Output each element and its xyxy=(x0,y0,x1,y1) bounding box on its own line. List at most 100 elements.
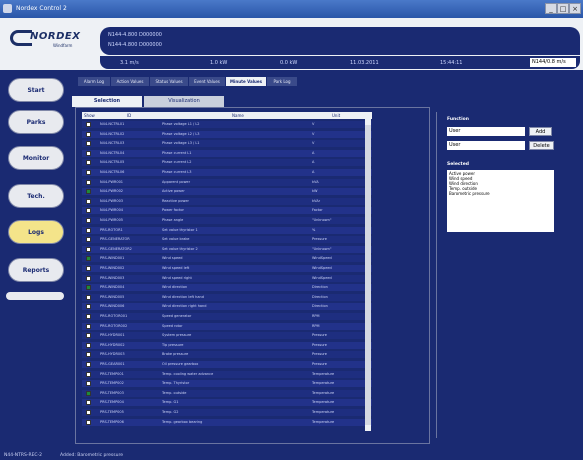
row-id: PRS-HYDR001 xyxy=(100,333,125,338)
delete-button[interactable]: Delete xyxy=(529,141,554,150)
row-show-checkbox[interactable] xyxy=(86,410,91,415)
table-row[interactable]: N44-NCTRL06 Phase current L3 A xyxy=(82,169,372,176)
table-row[interactable]: PRS-TEMP004 Temp. G1 Temperature xyxy=(82,399,372,407)
table-row[interactable]: N44-NCTRL03 Phase voltage L3 / L1 V xyxy=(82,140,372,148)
nav-monitor-button[interactable]: Monitor xyxy=(8,146,64,170)
sidebar-toggle[interactable] xyxy=(6,292,64,300)
minimize-button[interactable]: _ xyxy=(545,3,557,14)
table-row[interactable]: PRS-ROTOR1 Set value thyristor 1% xyxy=(82,226,372,234)
table-row[interactable]: PRS-WIND006 Wind direction right hand Dire… xyxy=(82,303,372,311)
tab-alarm-log[interactable]: Alarm Log xyxy=(78,77,111,86)
row-show-checkbox[interactable] xyxy=(86,294,91,300)
table-row[interactable]: PRS-TEMP006 Temp. gearbox bearing Temperat… xyxy=(82,418,372,426)
table-row[interactable]: N44-NCTRL01 Phase voltage L1 / L2 V xyxy=(82,121,372,128)
row-show-checkbox[interactable] xyxy=(86,256,91,262)
table-row[interactable]: PRS-HYDR001 System pressure Pressure xyxy=(82,332,372,340)
function-select-1[interactable]: User xyxy=(447,127,525,136)
table-row[interactable]: PRS-HYDR003 Brake pressure Pressure xyxy=(82,351,372,359)
row-show-checkbox[interactable] xyxy=(86,170,91,175)
table-row[interactable]: PRS-TEMP005 Temp. G2 Temperature xyxy=(82,409,372,416)
row-show-checkbox[interactable] xyxy=(86,150,91,156)
row-show-checkbox[interactable] xyxy=(86,390,91,396)
row-show-checkbox[interactable] xyxy=(86,141,91,147)
table-row[interactable]: PRS-TEMP003 Temp. outside Temperature xyxy=(82,389,372,397)
table-row[interactable]: N44-PWR004 Power factor Factor xyxy=(82,207,372,215)
function-select-2[interactable]: User xyxy=(447,141,525,150)
row-show-checkbox[interactable] xyxy=(86,227,91,233)
table-row[interactable]: PRS-WIND002 Wind speed left WindSpeed xyxy=(82,265,372,272)
scrollbar-thumb[interactable] xyxy=(365,125,371,425)
tab-selection[interactable]: Selection xyxy=(72,96,142,107)
row-show-checkbox[interactable] xyxy=(86,342,91,348)
row-show-checkbox[interactable] xyxy=(86,198,91,204)
nav-start-button[interactable]: Start xyxy=(8,78,64,102)
row-show-checkbox[interactable] xyxy=(86,400,91,406)
table-row[interactable]: N44-PWR005 Phase angle "Unknown" xyxy=(82,217,372,224)
row-show-checkbox[interactable] xyxy=(86,122,91,127)
title-bar: Nordex Control 2 _ □ × xyxy=(0,0,583,18)
close-button[interactable]: × xyxy=(569,3,581,14)
row-id: PRS-ROTOR002 xyxy=(100,323,128,328)
row-show-checkbox[interactable] xyxy=(86,218,91,223)
tab-action-values[interactable]: Action Values xyxy=(111,77,150,86)
row-show-checkbox[interactable] xyxy=(86,314,91,319)
row-show-checkbox[interactable] xyxy=(86,246,91,252)
table-row[interactable]: PRS-WIND004 Wind direction Direction xyxy=(82,284,372,292)
tab-visualization[interactable]: Visualization xyxy=(144,96,224,107)
row-show-checkbox[interactable] xyxy=(86,131,91,137)
row-show-checkbox[interactable] xyxy=(86,285,91,291)
row-id: PRS-TEMP002 xyxy=(100,381,124,386)
row-show-checkbox[interactable] xyxy=(86,304,91,310)
table-row[interactable]: N44-NCTRL04 Phase current L1 A xyxy=(82,149,372,157)
table-row[interactable]: N44-PWR001 Apparent power kVA xyxy=(82,178,372,186)
row-unit: V xyxy=(312,131,315,136)
maximize-button[interactable]: □ xyxy=(557,3,569,14)
nav-logs-button[interactable]: Logs xyxy=(8,220,64,244)
row-show-checkbox[interactable] xyxy=(86,352,91,358)
nav-reports-button[interactable]: Reports xyxy=(8,258,64,282)
table-row[interactable]: PRS-WIND001 Wind speed WindSpeed xyxy=(82,255,372,263)
row-show-checkbox[interactable] xyxy=(86,266,91,271)
row-unit: Temperature xyxy=(312,381,335,386)
row-show-checkbox[interactable] xyxy=(86,419,91,425)
table-row[interactable]: PRS-ROTOR002 Speed rotor RPM xyxy=(82,322,372,330)
table-row[interactable]: PRS-GENERATOR Set value brake Pressure xyxy=(82,236,372,244)
table-scrollbar[interactable] xyxy=(365,119,371,431)
row-show-checkbox[interactable] xyxy=(86,323,91,329)
table-row[interactable]: PRS-WIND003 Wind speed right WindSpeed xyxy=(82,274,372,282)
selected-list[interactable]: Active power Wind speed Wind direction T… xyxy=(447,170,554,232)
row-show-checkbox[interactable] xyxy=(86,381,91,387)
row-show-checkbox[interactable] xyxy=(86,179,91,185)
tab-minute-values[interactable]: Minute Values xyxy=(226,77,267,86)
row-name: Phase voltage L3 / L1 xyxy=(162,141,200,146)
table-row[interactable]: N44-PWR003 Reactive power kVAr xyxy=(82,197,372,205)
table-row[interactable]: N44-NCTRL05 Phase current L2 A xyxy=(82,159,372,167)
row-show-checkbox[interactable] xyxy=(86,275,91,281)
table-row[interactable]: PRS-TEMP002 Temp. Thyristor Temperature xyxy=(82,380,372,388)
row-name: Phase voltage L2 / L3 xyxy=(162,131,200,136)
nav-tech-button[interactable]: Tech. xyxy=(8,184,64,208)
row-show-checkbox[interactable] xyxy=(86,208,91,214)
table-row[interactable]: PRS-TEMP001 Temp. cooling water advance Te… xyxy=(82,370,372,378)
row-show-checkbox[interactable] xyxy=(86,362,91,367)
turbine-select[interactable]: N144/0.8 m/s xyxy=(530,58,576,67)
row-show-checkbox[interactable] xyxy=(86,237,91,243)
table-row[interactable]: PRS-WIND005 Wind direction left hand Direc… xyxy=(82,293,372,301)
row-show-checkbox[interactable] xyxy=(86,371,91,377)
tab-status-values[interactable]: Status Values xyxy=(150,77,189,86)
table-row[interactable]: PRS-GENERATOR2 Set value thyristor 2 "Unkn… xyxy=(82,245,372,253)
add-button[interactable]: Add xyxy=(529,127,552,136)
table-row[interactable]: PRS-HYDR002 Tip pressure Pressure xyxy=(82,341,372,349)
nav-parks-button[interactable]: Parks xyxy=(8,110,64,134)
row-id: N44-NCTRL05 xyxy=(100,160,125,165)
row-show-checkbox[interactable] xyxy=(86,333,91,339)
table-row[interactable]: PRS-GEAR001 Oil pressure gearbox Pressure xyxy=(82,361,372,368)
tab-park-log[interactable]: Park Log xyxy=(267,77,298,86)
selected-item[interactable]: Barometric pressure xyxy=(449,191,552,196)
tab-event-values[interactable]: Event Values xyxy=(189,77,226,86)
table-row[interactable]: N44-PWR002 Active power kW xyxy=(82,188,372,196)
table-row[interactable]: PRS-ROTOR001 Speed generator RPM xyxy=(82,313,372,320)
row-show-checkbox[interactable] xyxy=(86,189,91,195)
table-row[interactable]: N44-NCTRL02 Phase voltage L2 / L3 V xyxy=(82,130,372,138)
row-show-checkbox[interactable] xyxy=(86,160,91,166)
